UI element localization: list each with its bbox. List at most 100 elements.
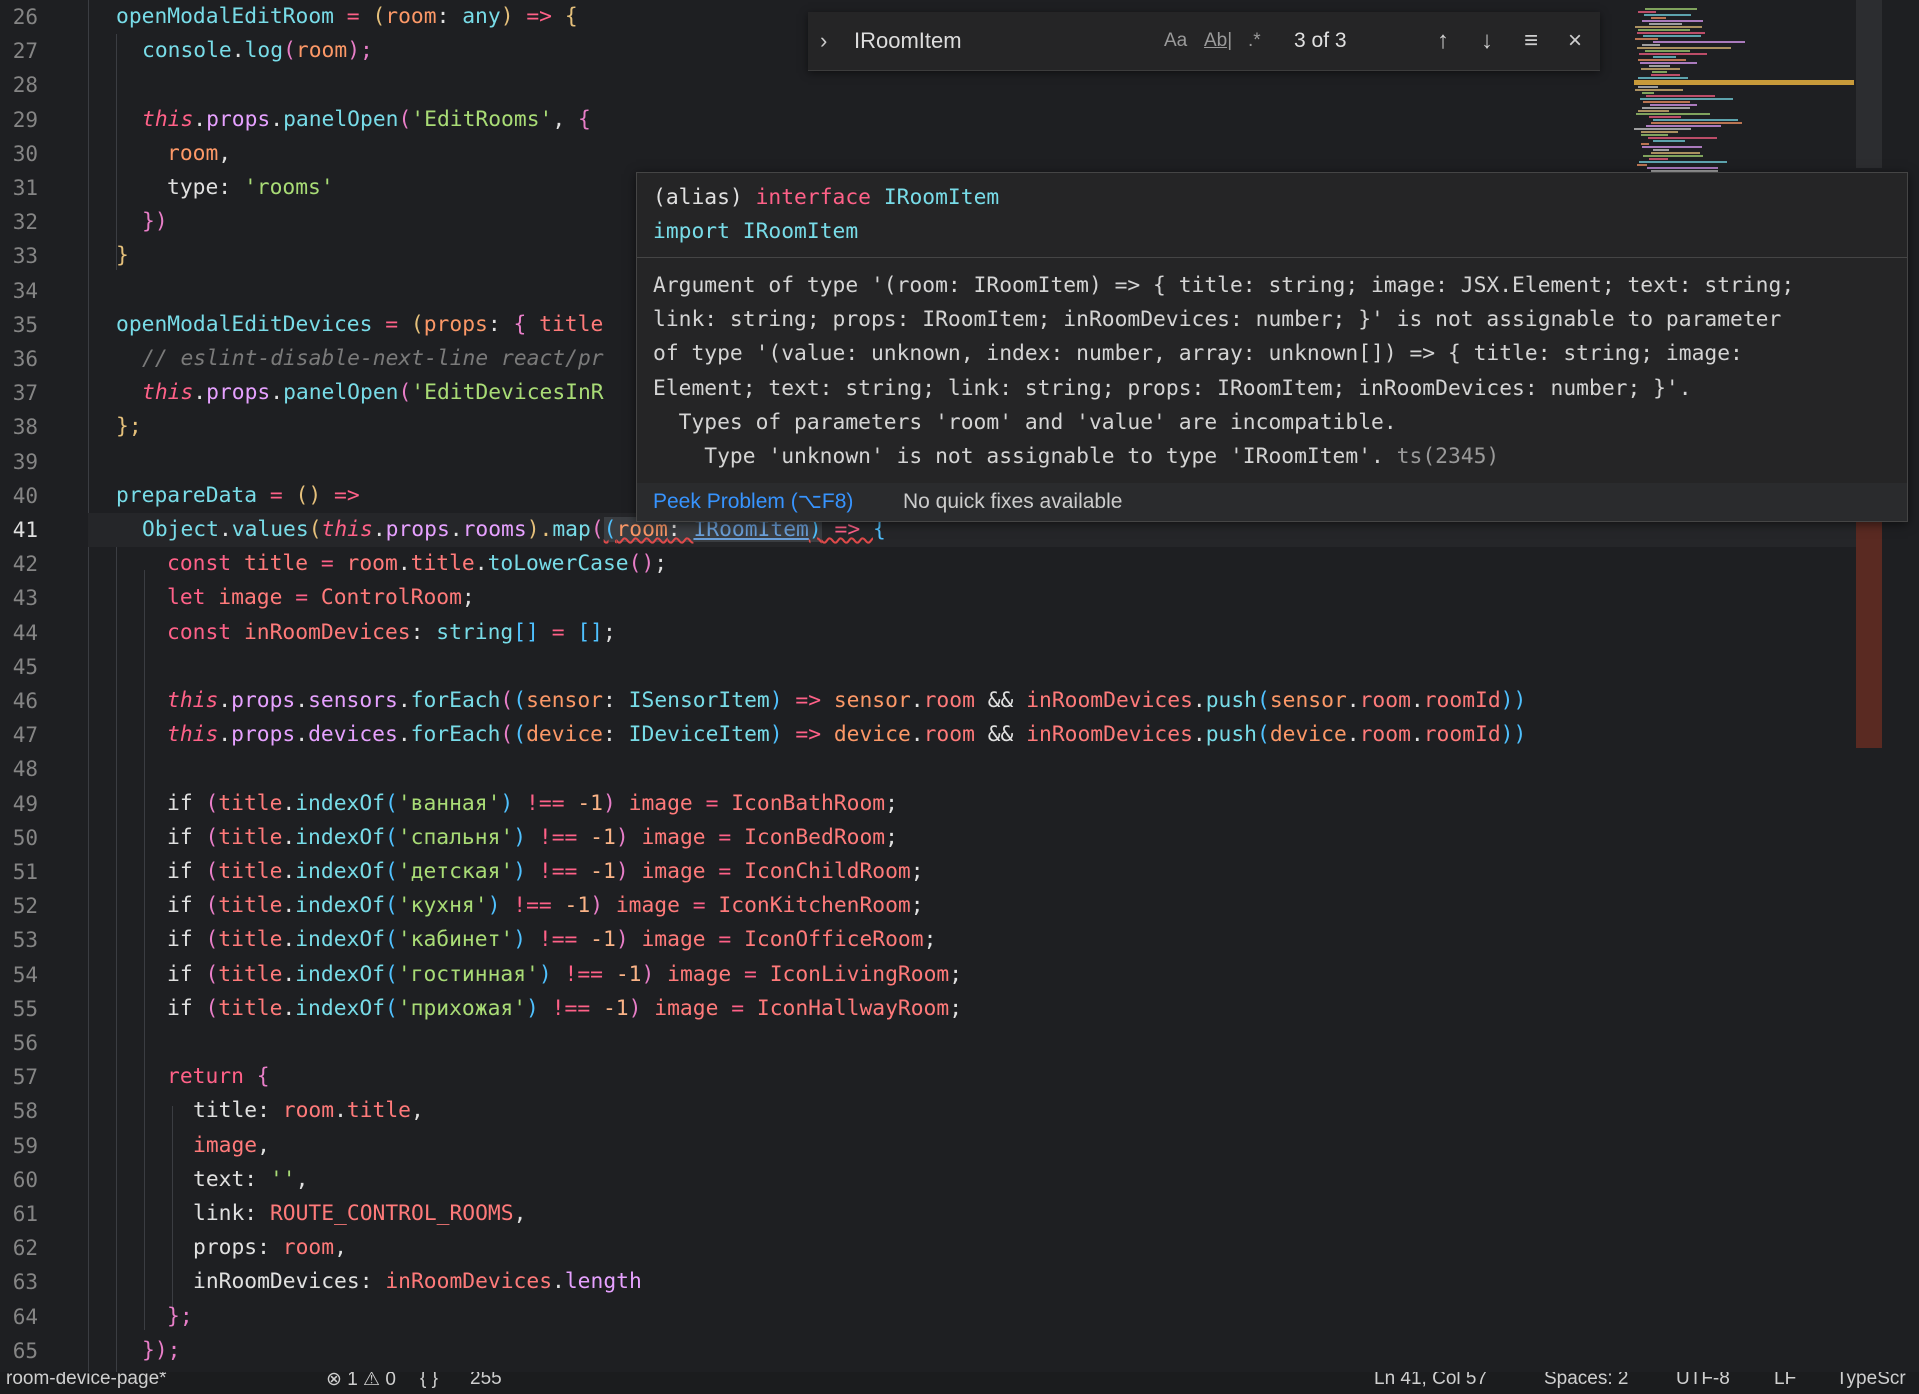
error-message-text: Element; text: string; link: string; pro… xyxy=(653,376,1692,401)
error-message-text: link: string; props: IRoomItem; inRoomDe… xyxy=(653,307,1782,332)
error-message-text: Argument of type '(room: IRoomItem) => {… xyxy=(653,273,1795,298)
code-line[interactable]: if (title.indexOf('спальня') !== -1) ima… xyxy=(88,821,1859,855)
code-line[interactable]: const title = room.title.toLowerCase(); xyxy=(88,547,1859,581)
minimap[interactable] xyxy=(1634,8,1854,188)
find-in-selection-icon[interactable]: ≡ xyxy=(1516,26,1546,56)
code-token: title xyxy=(218,962,283,987)
code-token: room xyxy=(1359,722,1411,747)
scrollbar-track[interactable] xyxy=(1856,0,1882,168)
code-line[interactable]: text: '', xyxy=(88,1163,1859,1197)
code-token: panelOpen xyxy=(283,380,399,405)
status-language[interactable]: TypeScr xyxy=(1836,1372,1906,1390)
code-token: ) xyxy=(769,688,783,713)
peek-problem-link[interactable]: Peek Problem (⌥F8) xyxy=(653,483,853,521)
code-token: IDeviceItem xyxy=(628,722,770,747)
line-number: 55 xyxy=(12,997,38,1021)
code-token: . xyxy=(397,551,411,576)
code-token: ROUTE_CONTROL_ROOMS xyxy=(269,1201,514,1226)
code-token: link xyxy=(193,1201,245,1226)
code-token: , xyxy=(513,1201,527,1226)
code-token: && xyxy=(974,688,1027,713)
code-line[interactable]: if (title.indexOf('ванная') !== -1) imag… xyxy=(88,787,1859,821)
whole-word-toggle[interactable]: Ab| xyxy=(1204,26,1232,56)
code-token: inRoomDevices xyxy=(1026,722,1193,747)
status-problems[interactable]: ⊗ 1 ⚠ 0 xyxy=(326,1372,396,1391)
code-line[interactable]: if (title.indexOf('кабинет') !== -1) ima… xyxy=(88,923,1859,957)
regex-toggle[interactable]: .* xyxy=(1248,26,1261,56)
close-icon[interactable]: × xyxy=(1560,26,1590,56)
code-token: . xyxy=(193,380,207,405)
code-line[interactable]: }; xyxy=(88,1300,1859,1334)
previous-match-arrow-up-icon[interactable]: ↑ xyxy=(1428,26,1458,56)
minimap-line xyxy=(1643,101,1690,103)
status-eol[interactable]: LF xyxy=(1774,1372,1796,1390)
code-token: title xyxy=(218,859,283,884)
next-match-arrow-down-icon[interactable]: ↓ xyxy=(1472,26,1502,56)
minimap-line xyxy=(1649,65,1670,67)
code-token: indexOf xyxy=(295,927,385,952)
code-token: ) xyxy=(526,996,539,1021)
code-token: room xyxy=(167,141,219,166)
code-token: ( xyxy=(590,517,604,542)
code-token: )) xyxy=(1500,688,1527,713)
line-number: 42 xyxy=(12,552,38,576)
line-number: 48 xyxy=(12,757,38,781)
code-line[interactable]: this.props.panelOpen('EditRooms', { xyxy=(88,103,1859,137)
code-token: 'кухня' xyxy=(397,893,488,918)
code-token: . xyxy=(1410,688,1424,713)
minimap-line xyxy=(1638,86,1658,88)
code-line[interactable]: const inRoomDevices: string[] = []; xyxy=(88,616,1859,650)
chevron-right-icon[interactable]: › xyxy=(820,26,844,56)
line-number: 31 xyxy=(12,176,38,200)
match-case-toggle[interactable]: Aa xyxy=(1164,26,1187,56)
code-token: openModalEditDevices xyxy=(116,312,373,337)
status-encoding[interactable]: UTF-8 xyxy=(1676,1372,1730,1390)
code-line[interactable]: room, xyxy=(88,137,1859,171)
code-token: ) xyxy=(500,4,514,29)
code-line[interactable]: if (title.indexOf('прихожая') !== -1) im… xyxy=(88,992,1859,1026)
status-cursor-position[interactable]: Ln 41, Col 57 xyxy=(1374,1372,1487,1390)
code-token: , xyxy=(218,141,232,166)
code-token: . xyxy=(193,107,207,132)
minimap-line xyxy=(1653,119,1738,121)
line-number: 41 xyxy=(12,518,38,542)
status-indentation[interactable]: Spaces: 2 xyxy=(1544,1372,1629,1390)
minimap-line xyxy=(1653,56,1676,58)
code-token: -1 xyxy=(564,893,591,918)
no-quick-fixes-label: No quick fixes available xyxy=(903,490,1123,513)
code-line[interactable]: let image = ControlRoom; xyxy=(88,581,1859,615)
code-line[interactable]: if (title.indexOf('детская') !== -1) ima… xyxy=(88,855,1859,889)
minimap-line xyxy=(1638,77,1688,79)
code-token: , xyxy=(334,1235,347,1260)
code-token: . xyxy=(372,517,386,542)
find-input[interactable]: IRoomItem xyxy=(854,26,1154,56)
status-file-name[interactable]: room-device-page* xyxy=(6,1372,167,1390)
code-line[interactable]: this.props.devices.forEach((device: IDev… xyxy=(88,718,1859,752)
code-token: inRoomDevices xyxy=(243,620,411,645)
code-line[interactable]: image, xyxy=(88,1129,1859,1163)
code-line[interactable]: if (title.indexOf('кухня') !== -1) image… xyxy=(88,889,1859,923)
line-number: 29 xyxy=(12,108,38,132)
code-line[interactable]: link: ROUTE_CONTROL_ROOMS, xyxy=(88,1197,1859,1231)
code-token: props xyxy=(423,312,488,337)
code-token: return xyxy=(167,1064,257,1089)
line-number: 27 xyxy=(12,39,38,63)
code-token: any xyxy=(462,4,501,29)
code-token: image xyxy=(628,825,706,850)
code-token: => xyxy=(513,4,565,29)
code-line[interactable]: }); xyxy=(88,1334,1859,1368)
code-token: IconOfficeRoom xyxy=(744,927,924,952)
code-token: if xyxy=(167,825,206,850)
code-line[interactable]: if (title.indexOf('гостинная') !== -1) i… xyxy=(88,958,1859,992)
code-line[interactable]: inRoomDevices: inRoomDevices.length xyxy=(88,1265,1859,1299)
code-token: ; xyxy=(654,551,668,576)
code-token: if xyxy=(167,791,206,816)
code-token: panelOpen xyxy=(283,107,399,132)
code-line[interactable]: props: room, xyxy=(88,1231,1859,1265)
code-line[interactable]: return { xyxy=(88,1060,1859,1094)
code-line[interactable]: title: room.title, xyxy=(88,1094,1859,1128)
code-line[interactable]: this.props.sensors.forEach((sensor: ISen… xyxy=(88,684,1859,718)
code-token: this xyxy=(142,380,194,405)
code-token: room xyxy=(282,1098,335,1123)
scrollbar-error-marker[interactable] xyxy=(1856,520,1882,748)
